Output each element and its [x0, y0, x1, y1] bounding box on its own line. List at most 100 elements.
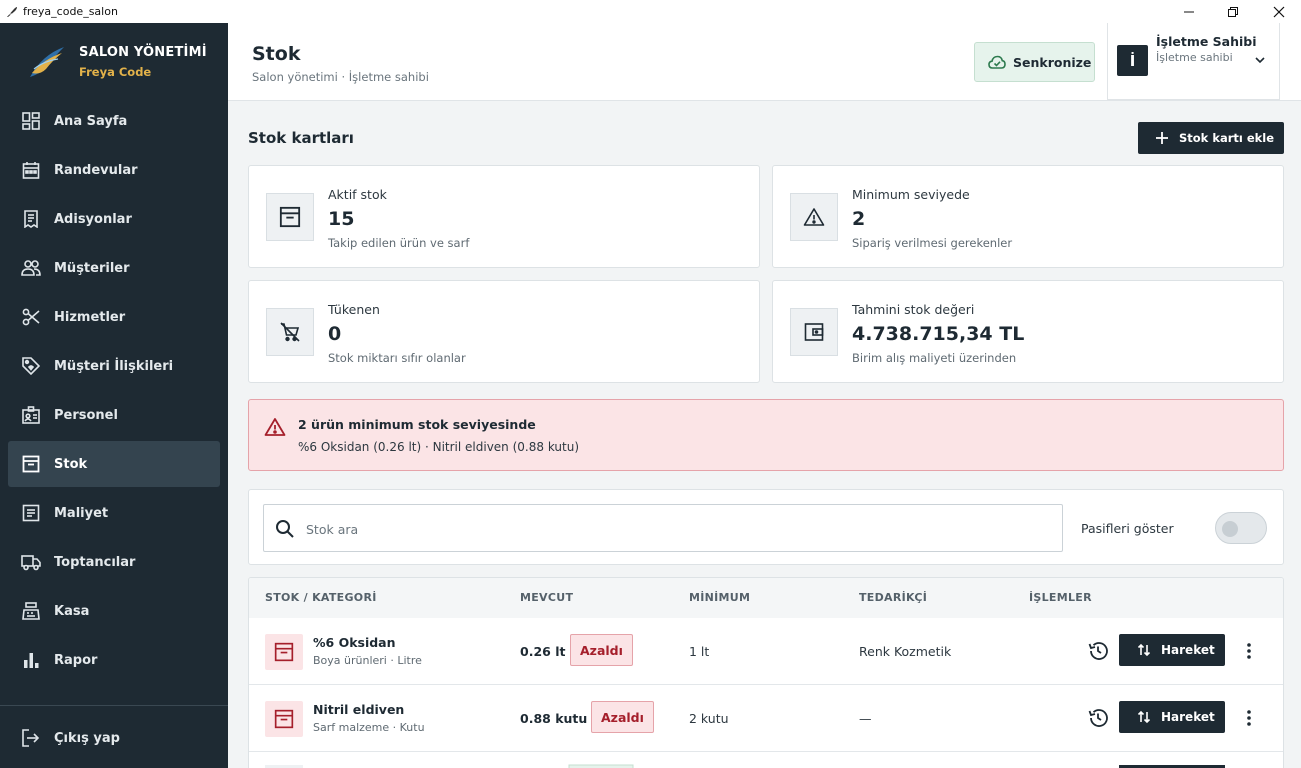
search-icon — [276, 520, 294, 538]
stat-label: Minimum seviyede — [852, 187, 970, 202]
truck-icon — [20, 551, 42, 573]
sidebar: SALON YÖNETİMİ Freya Code Ana Sayfa Rand… — [0, 23, 228, 768]
sidebar-item-ana-sayfa[interactable]: Ana Sayfa — [8, 98, 220, 144]
show-inactive-label: Pasifleri göster — [1081, 521, 1174, 536]
stat-card-value: Tahmini stok değeri 4.738.715,34 TL Biri… — [772, 280, 1284, 383]
stat-card-depleted: Tükenen 0 Stok miktarı sıfır olanlar — [248, 280, 760, 383]
column-header: TEDARİKÇİ — [859, 591, 928, 604]
sidebar-item-toptancilar[interactable]: Toptancılar — [8, 539, 220, 585]
sidebar-item-label: Müşteriler — [54, 260, 130, 276]
archive-icon — [266, 193, 314, 241]
stock-category: Boya ürünleri · Litre — [313, 654, 422, 667]
sidebar-item-adisyonlar[interactable]: Adisyonlar — [8, 196, 220, 242]
logout-button[interactable]: Çıkış yap — [8, 715, 220, 761]
page-subtitle: Salon yönetimi · İşletme sahibi — [252, 70, 429, 84]
table-row-partial[interactable] — [249, 752, 1283, 768]
logout-label: Çıkış yap — [54, 730, 120, 746]
warning-icon — [790, 193, 838, 241]
sidebar-item-label: Kasa — [54, 603, 90, 619]
sidebar-item-kasa[interactable]: Kasa — [8, 588, 220, 634]
stock-supplier: — — [859, 711, 872, 726]
sidebar-item-rapor[interactable]: Rapor — [8, 637, 220, 683]
brand-name: SALON YÖNETİMİ — [79, 45, 207, 60]
stat-description: Sipariş verilmesi gerekenler — [852, 236, 1013, 250]
dashboard-icon — [20, 110, 42, 132]
sync-button[interactable]: Senkronize — [974, 42, 1095, 82]
user-menu[interactable]: İ İşletme Sahibi İşletme sahibi — [1107, 23, 1280, 100]
plus-icon — [1154, 130, 1170, 146]
stock-minimum: 2 kutu — [689, 711, 729, 726]
cash-register-icon — [20, 600, 42, 622]
people-icon — [20, 257, 42, 279]
stock-quantity: 0.26 lt — [520, 644, 566, 659]
add-stock-card-button[interactable]: Stok kartı ekle — [1138, 122, 1284, 154]
stock-minimum: 1 lt — [689, 644, 710, 659]
sidebar-divider — [0, 705, 228, 706]
stock-name: %6 Oksidan — [313, 635, 396, 650]
window-title: freya_code_salon — [23, 5, 118, 18]
brand: SALON YÖNETİMİ Freya Code — [0, 23, 228, 101]
page-title: Stok — [252, 43, 301, 65]
alert-text: %6 Oksidan (0.26 lt) · Nitril eldiven (0… — [298, 440, 579, 454]
archive-icon — [265, 634, 303, 670]
history-icon[interactable] — [1087, 640, 1109, 662]
column-header: MİNİMUM — [689, 591, 751, 604]
stock-category: Sarf malzeme · Kutu — [313, 721, 425, 734]
movement-label: Hareket — [1161, 643, 1215, 657]
stat-value: 2 — [852, 208, 866, 230]
sidebar-item-label: Randevular — [54, 162, 138, 178]
sidebar-item-label: Stok — [54, 456, 88, 472]
stat-description: Stok miktarı sıfır olanlar — [328, 351, 466, 365]
stat-card-active: Aktif stok 15 Takip edilen ürün ve sarf — [248, 165, 760, 268]
user-name: İşletme Sahibi — [1156, 34, 1257, 49]
column-header: MEVCUT — [520, 591, 574, 604]
sidebar-item-label: Personel — [54, 407, 118, 423]
search-input[interactable] — [306, 515, 1046, 543]
show-inactive-toggle[interactable] — [1215, 512, 1267, 544]
more-vertical-icon[interactable] — [1239, 640, 1259, 662]
movement-button[interactable]: Hareket — [1119, 634, 1225, 666]
warning-icon — [264, 418, 286, 436]
wallet-icon — [790, 308, 838, 356]
archive-icon — [265, 701, 303, 737]
stock-name: Nitril eldiven — [313, 702, 405, 717]
sync-label: Senkronize — [1013, 54, 1092, 70]
swap-vertical-icon — [1136, 642, 1152, 658]
stat-label: Aktif stok — [328, 187, 387, 202]
cloud-sync-icon — [987, 52, 1007, 72]
sidebar-item-maliyet[interactable]: Maliyet — [8, 490, 220, 536]
stock-supplier: Renk Kozmetik — [859, 644, 952, 659]
table-row[interactable]: %6 Oksidan Boya ürünleri · Litre 0.26 lt… — [249, 618, 1283, 685]
more-vertical-icon[interactable] — [1239, 707, 1259, 729]
movement-button[interactable]: Hareket — [1119, 701, 1225, 733]
section-title: Stok kartları — [248, 129, 354, 147]
invoice-icon — [20, 502, 42, 524]
sidebar-item-label: Adisyonlar — [54, 211, 132, 227]
chevron-down-icon — [1255, 57, 1265, 64]
search-box — [263, 504, 1063, 552]
toggle-knob — [1222, 521, 1238, 537]
sidebar-item-hizmetler[interactable]: Hizmetler — [8, 294, 220, 340]
swap-vertical-icon — [1136, 709, 1152, 725]
alert-title: 2 ürün minimum stok seviyesinde — [298, 417, 536, 432]
sidebar-item-musteriler[interactable]: Müşteriler — [8, 245, 220, 291]
sidebar-item-label: Maliyet — [54, 505, 109, 521]
sidebar-item-randevular[interactable]: Randevular — [8, 147, 220, 193]
table-row[interactable]: Nitril eldiven Sarf malzeme · Kutu 0.88 … — [249, 685, 1283, 752]
archive-icon — [20, 453, 42, 475]
close-window-button[interactable] — [1256, 0, 1301, 23]
sidebar-item-personel[interactable]: Personel — [8, 392, 220, 438]
minimize-button[interactable] — [1166, 0, 1212, 23]
stat-label: Tahmini stok değeri — [852, 302, 975, 317]
logout-icon — [20, 727, 42, 749]
sidebar-item-musteri-iliskileri[interactable]: Müşteri İlişkileri — [8, 343, 220, 389]
sidebar-item-stok[interactable]: Stok — [8, 441, 220, 487]
sidebar-item-label: Ana Sayfa — [54, 113, 128, 129]
restore-button[interactable] — [1210, 0, 1256, 23]
app-feather-icon — [4, 4, 20, 20]
column-header: İŞLEMLER — [1029, 591, 1092, 604]
history-icon[interactable] — [1087, 707, 1109, 729]
window-titlebar: freya_code_salon — [0, 0, 1301, 23]
stat-description: Takip edilen ürün ve sarf — [328, 236, 470, 250]
sidebar-item-label: Müşteri İlişkileri — [54, 358, 174, 374]
